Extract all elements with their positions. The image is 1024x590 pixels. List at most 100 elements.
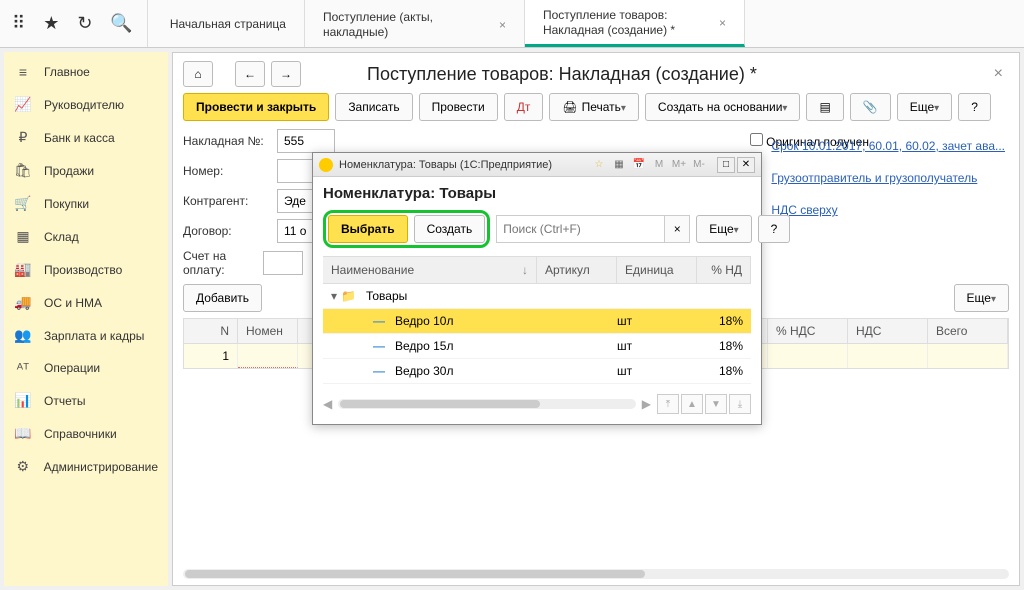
sidebar-item-purchases[interactable]: 🛒Покупки [4, 187, 168, 220]
nomenclature-table: Наименование↓ Артикул Единица % НД ▾ 📁 Т… [323, 256, 751, 384]
link-shipper[interactable]: Грузоотправитель и грузополучатель [771, 171, 1005, 185]
horizontal-scrollbar[interactable] [183, 569, 1009, 579]
post-and-close-button[interactable]: Провести и закрыть [183, 93, 329, 121]
th-n[interactable]: N [184, 319, 238, 343]
search-input[interactable] [496, 215, 664, 243]
th-total[interactable]: Всего [928, 319, 1008, 343]
apps-icon[interactable]: ⠿ [12, 13, 25, 34]
forward-button[interactable]: → [271, 61, 301, 87]
bag-icon: 🛍 [14, 162, 32, 179]
sidebar-item-label: Склад [44, 230, 79, 244]
item-icon: — [373, 364, 385, 378]
scroll-left-icon[interactable]: ◀ [323, 397, 332, 411]
m-icon[interactable]: M [651, 157, 667, 173]
tab-receipts[interactable]: Поступление (акты, накладные)× [305, 0, 525, 47]
dialog-help-button[interactable]: ? [758, 215, 791, 243]
item-nds: 18% [697, 339, 751, 353]
invoice-input[interactable] [277, 129, 335, 153]
th-nds[interactable]: % НД [697, 257, 751, 283]
calendar-icon[interactable]: 📅 [631, 157, 647, 173]
original-checkbox[interactable] [750, 133, 763, 146]
scroll-right-icon[interactable]: ▶ [642, 397, 651, 411]
doc-button[interactable]: ▤ [806, 93, 843, 121]
print-button[interactable]: 🖨Печать [549, 93, 639, 121]
sidebar-item-dictionaries[interactable]: 📖Справочники [4, 417, 168, 450]
m-minus-icon[interactable]: M- [691, 157, 707, 173]
sidebar-item-label: Покупки [44, 197, 89, 211]
item-nds: 18% [697, 364, 751, 378]
search-icon[interactable]: 🔍 [110, 13, 132, 34]
dialog-more-button[interactable]: Еще [696, 215, 751, 243]
cell-nomen[interactable] [238, 344, 298, 368]
save-button[interactable]: Записать [335, 93, 412, 121]
close-icon[interactable]: × [499, 18, 506, 32]
nav-up-icon[interactable]: ▲ [681, 394, 703, 414]
close-icon[interactable]: × [988, 65, 1009, 83]
dialog-titlebar[interactable]: Номенклатура: Товары (1С:Предприятие) ☆ … [313, 153, 761, 177]
help-button[interactable]: ? [958, 93, 991, 121]
sidebar-item-salary[interactable]: 👥Зарплата и кадры [4, 319, 168, 352]
grid-icon: ▦ [14, 228, 32, 245]
th-nds[interactable]: НДС [848, 319, 928, 343]
m-plus-icon[interactable]: M+ [671, 157, 687, 173]
sort-desc-icon[interactable]: ↓ [522, 263, 528, 277]
nav-last-icon[interactable]: ⤓ [729, 394, 751, 414]
dialog-heading: Номенклатура: Товары [323, 185, 751, 202]
dialog-title: Номенклатура: Товары (1С:Предприятие) [339, 159, 585, 171]
table-row[interactable]: —Ведро 30л шт 18% [323, 359, 751, 384]
dkt-button[interactable]: Дт [504, 93, 544, 121]
add-button[interactable]: Добавить [183, 284, 262, 312]
search-clear-icon[interactable]: × [664, 215, 690, 243]
account-input[interactable] [263, 251, 303, 275]
create-based-button[interactable]: Создать на основании [645, 93, 801, 121]
home-button[interactable]: ⌂ [183, 61, 213, 87]
th-nomen[interactable]: Номен [238, 319, 298, 343]
contract-input[interactable] [277, 219, 317, 243]
attach-button[interactable]: 📎 [850, 93, 891, 121]
more-button[interactable]: Еще [897, 93, 952, 121]
counterparty-input[interactable] [277, 189, 317, 213]
close-icon[interactable]: ✕ [737, 157, 755, 173]
table-more-button[interactable]: Еще [954, 284, 1009, 312]
sidebar-item-stock[interactable]: ▦ Склад [4, 220, 168, 253]
create-button[interactable]: Создать [414, 215, 486, 243]
sidebar: ≡Главное 📈Руководителю ₽Банк и касса 🛍Пр… [4, 52, 168, 586]
sidebar-item-assets[interactable]: 🚚ОС и НМА [4, 286, 168, 319]
sidebar-item-reports[interactable]: 📊Отчеты [4, 384, 168, 417]
sidebar-item-operations[interactable]: ᴬᵀОперации [4, 352, 168, 384]
maximize-icon[interactable]: □ [717, 157, 735, 173]
select-button[interactable]: Выбрать [328, 215, 408, 243]
gear-icon: ⚙ [14, 458, 32, 475]
sidebar-item-bank[interactable]: ₽Банк и касса [4, 121, 168, 154]
link-payment-terms[interactable]: Срок 10.01.2017, 60.01, 60.02, зачет ава… [771, 139, 1005, 153]
sidebar-item-admin[interactable]: ⚙Администрирование [4, 450, 168, 483]
folder-row[interactable]: ▾ 📁 Товары [323, 284, 751, 309]
th-name[interactable]: Наименование↓ [323, 257, 537, 283]
th-pctnds[interactable]: % НДС [768, 319, 848, 343]
star-icon[interactable]: ☆ [591, 157, 607, 173]
tab-home[interactable]: Начальная страница [152, 0, 305, 47]
calc-icon[interactable]: ▦ [611, 157, 627, 173]
nav-down-icon[interactable]: ▼ [705, 394, 727, 414]
ruble-icon: ₽ [14, 129, 32, 146]
history-icon[interactable]: ↻ [77, 13, 92, 34]
close-icon[interactable]: × [719, 16, 726, 30]
sidebar-item-sales[interactable]: 🛍Продажи [4, 154, 168, 187]
modal-scrollbar[interactable] [338, 399, 636, 409]
table-row[interactable]: —Ведро 15л шт 18% [323, 334, 751, 359]
sidebar-item-main[interactable]: ≡Главное [4, 56, 168, 88]
sidebar-item-production[interactable]: 🏭Производство [4, 253, 168, 286]
th-article[interactable]: Артикул [537, 257, 617, 283]
back-button[interactable]: ← [235, 61, 265, 87]
link-nds[interactable]: НДС сверху [771, 203, 1005, 217]
nav-first-icon[interactable]: ⤒ [657, 394, 679, 414]
factory-icon: 🏭 [14, 261, 32, 278]
sidebar-item-manager[interactable]: 📈Руководителю [4, 88, 168, 121]
th-unit[interactable]: Единица [617, 257, 697, 283]
item-unit: шт [617, 364, 697, 378]
sidebar-item-label: Главное [44, 65, 90, 79]
star-icon[interactable]: ★ [43, 13, 59, 34]
table-row[interactable]: —Ведро 10л шт 18% [323, 309, 751, 334]
post-button[interactable]: Провести [419, 93, 498, 121]
tab-receipt-create[interactable]: Поступление товаров: Накладная (создание… [525, 0, 745, 47]
